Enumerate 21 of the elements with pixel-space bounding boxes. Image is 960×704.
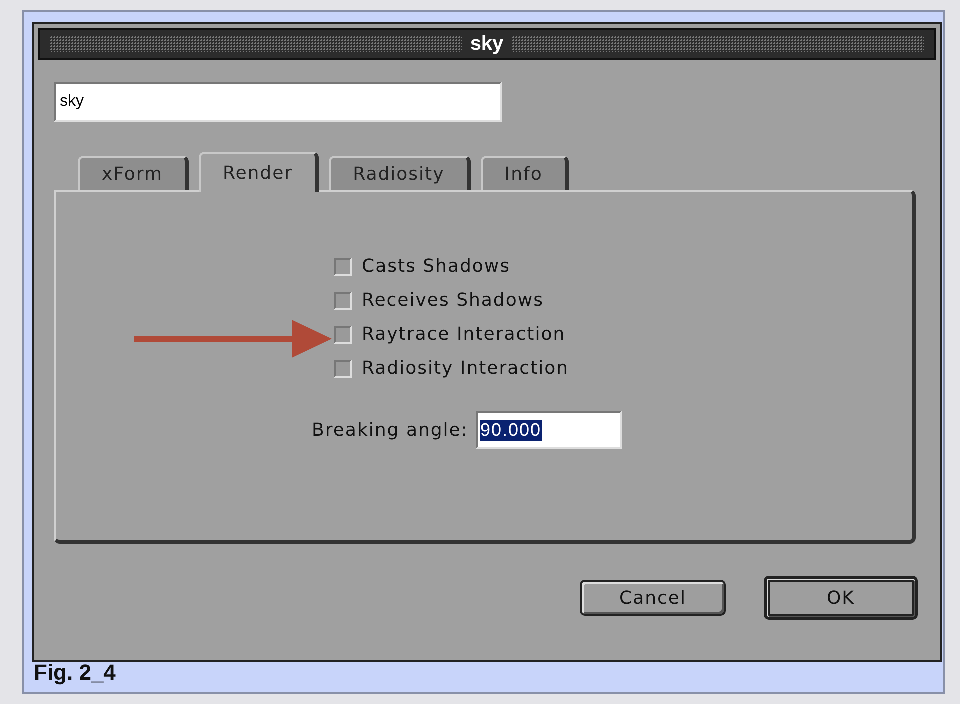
tab[interactable]: Info [480,156,569,190]
arrow-icon [134,320,332,358]
dialog-button[interactable]: OK [764,576,918,620]
checkbox[interactable] [334,360,352,378]
checkbox[interactable] [334,326,352,344]
checkbox-label: Receives Shadows [362,290,544,311]
checkbox[interactable] [334,258,352,276]
figure-caption: Fig. 2_4 [34,662,117,684]
field-value: 90.000 [480,420,542,440]
angle-field[interactable]: 90.000 [476,411,622,449]
tab[interactable]: xForm [78,156,189,190]
window-title: sky [470,32,504,56]
tab[interactable]: Radiosity [329,156,471,190]
tab[interactable]: Render [199,152,320,192]
checkbox-label: Radiosity Interaction [362,358,570,379]
checkbox[interactable] [334,292,352,310]
checkbox-label: Casts Shadows [362,256,511,277]
dialog-button[interactable]: Cancel [580,580,726,616]
name-field[interactable]: sky [54,82,502,122]
field-label: Breaking angle: [312,420,468,440]
checkbox-label: Raytrace Interaction [362,324,566,345]
